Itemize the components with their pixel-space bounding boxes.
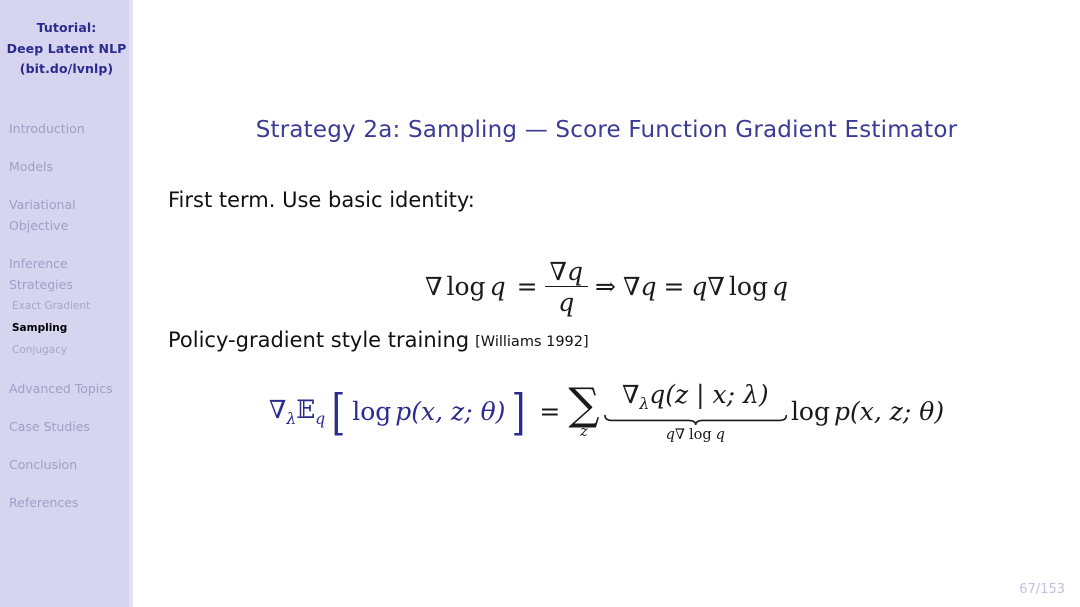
- eq2-ub-label-q: q: [665, 426, 675, 443]
- sidebar-subitem-sampling[interactable]: Sampling: [0, 317, 133, 339]
- sidebar-item-case-studies[interactable]: Case Studies: [0, 416, 133, 437]
- eq2-tail-p: p: [834, 397, 851, 427]
- eq2-grad: ∇λ: [269, 395, 296, 428]
- eq2-expectation-sub: q: [315, 410, 326, 429]
- eq2-log: log: [352, 397, 392, 427]
- nav-gap-1: [0, 236, 133, 253]
- body-line-policy-gradient: Policy-gradient style training [Williams …: [168, 328, 589, 352]
- page-number: 67/153: [1019, 582, 1065, 597]
- eq2-tail-args: (x, z; θ): [850, 397, 945, 427]
- sidebar-item-introduction[interactable]: Introduction: [0, 118, 133, 139]
- sidebar-item-conclusion[interactable]: Conclusion: [0, 454, 133, 475]
- eq2-equals: =: [539, 397, 561, 427]
- eq1-rhs-q: q: [640, 271, 657, 301]
- eq2-underbrace-group: ∇λq(z | x; λ) q∇ log q: [604, 381, 787, 444]
- eq1-fraction-denominator: q: [558, 288, 575, 318]
- eq2-summation: ∑ z: [568, 379, 600, 441]
- deck-title-line-2: Deep Latent NLP: [6, 40, 127, 56]
- eq2-grad-sub: λ: [286, 410, 297, 429]
- sidebar-nav: Introduction Models Variational Objectiv…: [0, 118, 133, 513]
- eq2-underbrace-content: ∇λq(z | x; λ): [622, 381, 769, 413]
- sidebar-item-inference-strategies[interactable]: Inference Strategies: [0, 253, 133, 295]
- eq2-bracket-open: [: [331, 384, 346, 441]
- sidebar-subitem-exact-gradient[interactable]: Exact Gradient: [0, 295, 133, 317]
- slide-title: Strategy 2a: Sampling — Score Function G…: [255, 117, 958, 143]
- eq2-p-args: (x, z; θ): [411, 397, 506, 427]
- eq2-ub-grad-symbol: ∇: [621, 380, 640, 409]
- eq2-tail-log: log: [790, 397, 830, 427]
- sidebar-item-variational-line2: Objective: [9, 217, 69, 233]
- eq2-p: p: [395, 397, 412, 427]
- eq2-ub-q: q: [649, 380, 666, 409]
- eq2-ub-label-q2: q: [715, 426, 725, 443]
- sidebar: Tutorial: Deep Latent NLP (bit.do/lvnlp)…: [0, 0, 133, 607]
- eq2-ub-q-args: (z | x; λ): [665, 380, 769, 409]
- eq1-log: log: [446, 271, 486, 301]
- eq1-rhs-q3: q: [771, 271, 788, 301]
- sidebar-item-variational-line1: Variational: [9, 196, 76, 212]
- sidebar-item-inference-line2: Strategies: [9, 276, 73, 292]
- eq2-ub-grad-sub: λ: [639, 394, 650, 413]
- sidebar-subitem-conjugacy[interactable]: Conjugacy: [0, 339, 133, 361]
- eq2-ub-label-nabla: ∇: [674, 426, 685, 443]
- deck-title-line-3: (bit.do/lvnlp): [19, 61, 114, 76]
- eq2-expectation: 𝔼q: [296, 395, 325, 428]
- sidebar-item-references[interactable]: References: [0, 492, 133, 513]
- nav-gap-2: [0, 361, 133, 378]
- eq2-bracket-close: ]: [512, 384, 526, 441]
- eq1-rhs-equals: =: [663, 271, 685, 301]
- eq2-underbrace-symbol: [604, 414, 787, 425]
- slide-root: Tutorial: Deep Latent NLP (bit.do/lvnlp)…: [0, 0, 1080, 607]
- eq1-fraction-numerator: ∇q: [545, 259, 588, 286]
- eq1-implies: ⇒: [595, 271, 616, 301]
- eq1-q: q: [489, 271, 506, 301]
- eq2-underbrace-label: q∇ log q: [666, 427, 725, 444]
- body-line-first-term: First term. Use basic identity:: [168, 188, 475, 212]
- eq2-sum-symbol: ∑: [568, 379, 600, 431]
- policy-gradient-citation: [Williams 1992]: [475, 334, 589, 350]
- eq1-num-q: q: [567, 257, 584, 286]
- sidebar-item-models[interactable]: Models: [0, 156, 133, 177]
- eq1-nabla: ∇: [425, 271, 443, 301]
- eq2-sum-subscript: z: [580, 424, 588, 440]
- eq1-rhs-q2: q: [691, 271, 708, 301]
- sidebar-item-advanced-topics[interactable]: Advanced Topics: [0, 378, 133, 399]
- deck-title: Tutorial: Deep Latent NLP (bit.do/lvnlp): [0, 0, 133, 80]
- eq1-fraction: ∇q q: [544, 259, 589, 318]
- eq1-rhs-nabla2: ∇: [707, 271, 725, 301]
- sidebar-item-inference-line1: Inference: [9, 255, 68, 271]
- slide-content: Strategy 2a: Sampling — Score Function G…: [133, 0, 1080, 607]
- equation-score-identity: ∇ log q = ∇q q ⇒ ∇ q = q ∇ log q: [133, 258, 1080, 318]
- eq2-ub-label-log: log: [689, 426, 712, 443]
- policy-gradient-text: Policy-gradient style training: [168, 328, 470, 352]
- equation-score-function-estimator: ∇λ 𝔼q [ log p (x, z; θ) ] = ∑ z ∇λq(z | …: [133, 380, 1080, 443]
- eq1-rhs-log: log: [728, 271, 768, 301]
- eq2-grad-symbol: ∇: [268, 395, 287, 425]
- sidebar-item-variational-objective[interactable]: Variational Objective: [0, 194, 133, 236]
- eq1-rhs-nabla: ∇: [622, 271, 641, 301]
- deck-title-line-1: Tutorial:: [36, 20, 97, 35]
- eq1-equals: =: [516, 271, 538, 301]
- eq1-num-nabla: ∇: [549, 257, 567, 286]
- eq2-expectation-symbol: 𝔼: [296, 395, 316, 425]
